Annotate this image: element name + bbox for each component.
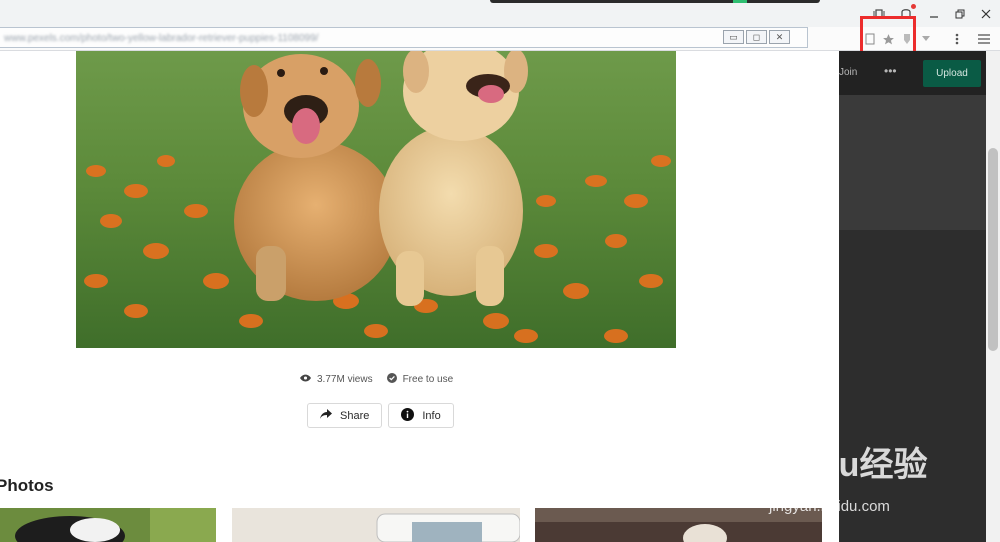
views-stat: 3.77M views — [300, 374, 373, 385]
info-button[interactable]: Info — [388, 403, 454, 428]
baidu-watermark: Baidu经验 jingyan.baidu.com — [765, 437, 928, 515]
restore-icon[interactable] — [952, 6, 968, 22]
related-photo-2[interactable] — [232, 508, 520, 542]
page-scrollbar-thumb[interactable] — [988, 148, 998, 351]
watermark-brand: Baidu经验 — [765, 446, 928, 484]
photo-actions: Share Info — [307, 403, 454, 428]
title-strip — [490, 0, 820, 3]
check-circle-icon — [386, 373, 397, 386]
popup-maximize-icon[interactable]: ◻ — [746, 30, 767, 44]
views-count: 3.77M views — [317, 374, 373, 385]
share-button[interactable]: Share — [307, 403, 383, 428]
popup-close-icon[interactable]: ✕ — [769, 30, 790, 44]
eye-icon — [300, 374, 311, 385]
puppies-photo[interactable] — [76, 51, 676, 348]
related-photo-1[interactable] — [0, 508, 216, 542]
license-text[interactable]: Free to use — [403, 374, 454, 385]
info-label: Info — [422, 409, 441, 422]
related-photos-heading: Photos — [0, 476, 54, 495]
minimize-icon[interactable] — [926, 6, 942, 22]
address-bar-url: www.pexels.com/photo/two-yellow-labrador… — [4, 33, 319, 44]
title-status-dot — [733, 0, 747, 3]
kebab-menu-icon[interactable] — [949, 31, 965, 47]
share-arrow-icon — [320, 409, 332, 422]
dropdown-icon[interactable] — [918, 31, 934, 47]
more-menu-icon[interactable]: ••• — [884, 64, 897, 78]
watermark-site: jingyan.baidu.com — [769, 498, 890, 515]
popup-minimize-icon[interactable]: ▭ — [723, 30, 744, 44]
license-stat: Free to use — [386, 373, 454, 386]
popup-window-controls: ▭ ◻ ✕ — [723, 30, 790, 44]
close-icon[interactable] — [978, 6, 994, 22]
upload-button[interactable]: Upload — [923, 60, 981, 87]
browser-window: www.pexels.com/photo/two-yellow-labrador… — [0, 0, 1000, 542]
info-icon — [401, 407, 415, 424]
photo-stats: 3.77M views Free to use — [300, 373, 453, 386]
address-bar[interactable]: www.pexels.com/photo/two-yellow-labrador… — [0, 27, 808, 48]
hamburger-menu-icon[interactable] — [976, 31, 992, 47]
notification-dot — [911, 4, 916, 9]
dark-side-panel — [839, 95, 986, 230]
title-bar — [0, 0, 1000, 27]
share-label: Share — [340, 409, 370, 422]
join-link[interactable]: Join — [839, 67, 857, 78]
